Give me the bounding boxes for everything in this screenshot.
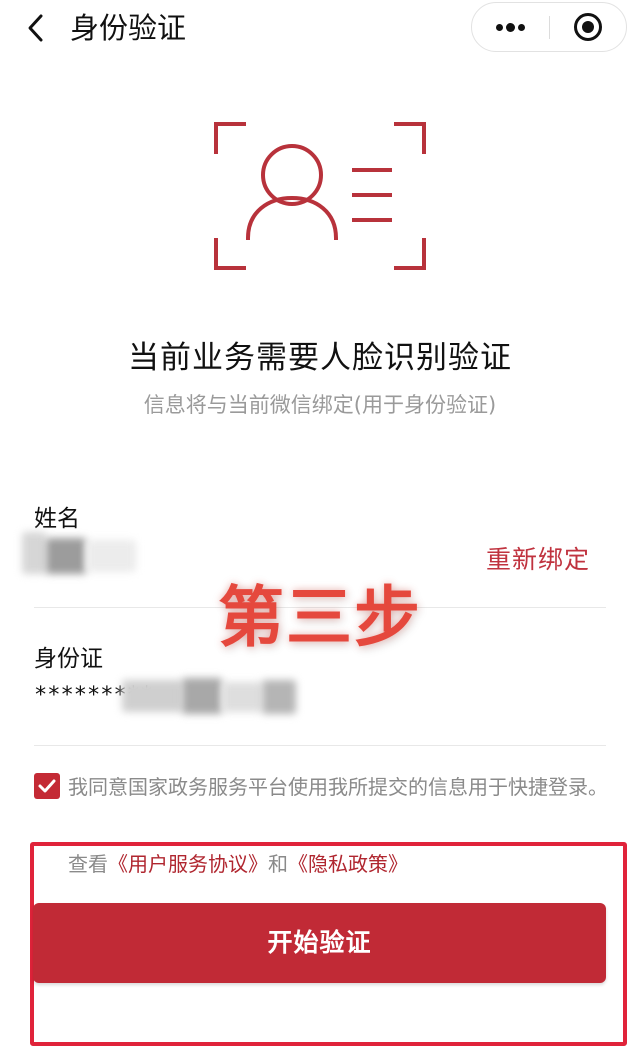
blur-block: [122, 680, 182, 712]
blur-block: [86, 540, 136, 572]
more-button[interactable]: [472, 3, 549, 51]
agreement-text: 我同意国家政务服务平台使用我所提交的信息用于快捷登录。: [68, 775, 608, 799]
page-title: 身份验证: [70, 11, 187, 45]
blur-block: [22, 532, 46, 574]
navigation-bar: 身份验证: [0, 0, 640, 56]
and-text: 和: [268, 852, 288, 876]
more-dot-right: [518, 24, 525, 31]
blur-block: [46, 538, 86, 574]
id-card-label: 身份证: [34, 646, 103, 672]
checkmark-icon: [38, 779, 56, 793]
step-annotation: 第三步: [218, 579, 422, 656]
privacy-policy-link[interactable]: 《隐私政策》: [288, 852, 408, 876]
more-dot-center: [506, 23, 515, 32]
target-close-core: [582, 21, 594, 33]
policy-links-row: 查看《用户服务协议》和《隐私政策》: [68, 849, 408, 879]
face-scan-icon: [214, 122, 426, 270]
verification-subtitle: 信息将与当前微信绑定(用于身份验证): [143, 393, 497, 417]
user-agreement-link[interactable]: 《用户服务协议》: [108, 852, 268, 876]
close-button[interactable]: [550, 3, 627, 51]
name-label: 姓名: [34, 506, 80, 532]
divider: [34, 745, 606, 746]
blur-block: [262, 680, 296, 714]
blur-block: [222, 682, 262, 712]
agreement-checkbox[interactable]: [34, 773, 60, 799]
back-button[interactable]: [22, 12, 52, 44]
start-verification-button[interactable]: 开始验证: [33, 903, 606, 983]
blur-block: [182, 678, 222, 714]
more-dots-icon: [496, 24, 503, 31]
mini-program-capsule: [471, 2, 627, 52]
verification-heading: 当前业务需要人脸识别验证: [128, 340, 512, 376]
rebind-button[interactable]: 重新绑定: [486, 543, 590, 577]
view-prefix: 查看: [68, 852, 108, 876]
chevron-left-icon: [28, 14, 43, 42]
